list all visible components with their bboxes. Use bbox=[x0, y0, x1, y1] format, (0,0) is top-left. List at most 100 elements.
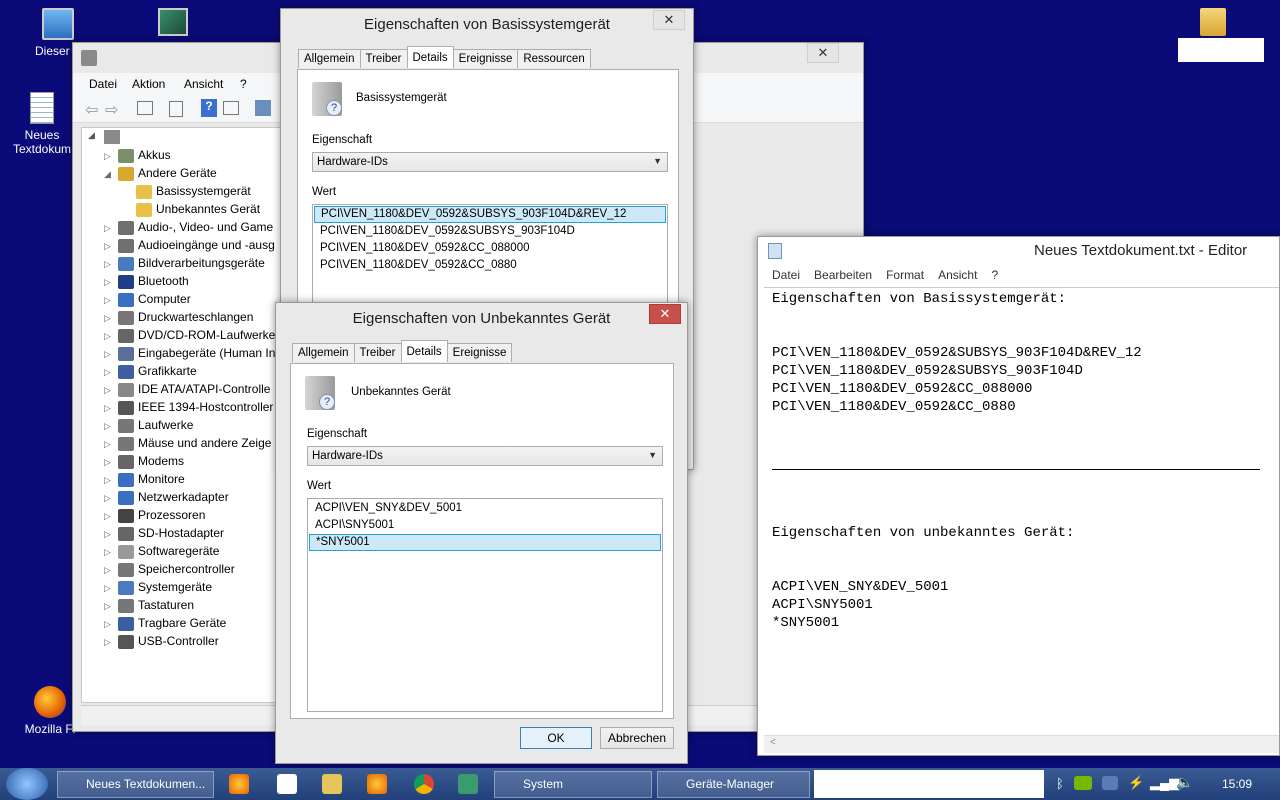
tree-expander-icon[interactable]: ▷ bbox=[104, 633, 118, 651]
tree-expander-icon[interactable]: ▷ bbox=[104, 327, 118, 345]
help-icon[interactable]: ? bbox=[201, 99, 217, 117]
view-icon[interactable] bbox=[223, 101, 239, 115]
tab-ereignisse[interactable]: Ereignisse bbox=[446, 343, 513, 362]
notepad-menu-item[interactable]: ? bbox=[991, 268, 998, 282]
tree-expander-icon[interactable]: ▷ bbox=[104, 345, 118, 363]
start-button[interactable] bbox=[6, 768, 48, 800]
firefox-icon[interactable] bbox=[367, 774, 387, 794]
tree-expander-icon[interactable]: ▷ bbox=[104, 561, 118, 579]
tree-expander-icon[interactable]: ▷ bbox=[104, 381, 118, 399]
tree-item[interactable]: ▷ Modems bbox=[104, 452, 184, 470]
taskbar-button-notepad[interactable]: Neues Textdokumen... bbox=[57, 771, 214, 798]
tree-expander-icon[interactable]: ▷ bbox=[104, 435, 118, 453]
value-list-item[interactable]: PCI\VEN_1180&DEV_0592&CC_088000 bbox=[314, 240, 666, 257]
ok-button[interactable]: OK bbox=[520, 727, 592, 749]
tree-item[interactable]: ▷ Tragbare Geräte bbox=[104, 614, 226, 632]
tree-expander-icon[interactable]: ▷ bbox=[104, 291, 118, 309]
tree-expander-icon[interactable]: ◢ bbox=[104, 165, 118, 183]
menu-aktion[interactable]: Aktion bbox=[132, 77, 165, 91]
tree-expander-icon[interactable]: ▷ bbox=[104, 417, 118, 435]
tab-details[interactable]: Details bbox=[406, 46, 454, 68]
value-list[interactable]: ACPI\VEN_SNY&DEV_5001 ACPI\SNY5001 *SNY500… bbox=[307, 498, 663, 712]
tab-ereignisse[interactable]: Ereignisse bbox=[452, 49, 519, 68]
clock[interactable]: 15:09 bbox=[1222, 777, 1252, 791]
tree-item[interactable]: ▷ Netzwerkadapter bbox=[104, 488, 229, 506]
tree-expander-icon[interactable]: ▷ bbox=[104, 543, 118, 561]
tree-expander-icon[interactable]: ▷ bbox=[104, 237, 118, 255]
folder-icon[interactable] bbox=[322, 774, 342, 794]
value-list-item[interactable]: *SNY5001 bbox=[309, 534, 661, 551]
tree-item[interactable]: ▷ IDE ATA/ATAPI-Controlle bbox=[104, 380, 270, 398]
tree-item[interactable]: ▷ Akkus bbox=[104, 146, 171, 164]
tab-details[interactable]: Details bbox=[400, 340, 448, 362]
tree-item[interactable]: ▷ Mäuse und andere Zeige bbox=[104, 434, 271, 452]
close-button[interactable]: ✕ bbox=[653, 10, 685, 30]
tree-item[interactable]: Unbekanntes Gerät bbox=[122, 200, 260, 218]
properties-icon[interactable] bbox=[137, 101, 153, 115]
tree-expander-icon[interactable]: ▷ bbox=[104, 363, 118, 381]
value-list-item[interactable]: PCI\VEN_1180&DEV_0592&SUBSYS_903F104D&RE… bbox=[314, 206, 666, 223]
close-button[interactable]: ✕ bbox=[649, 304, 681, 324]
notepad-menu-item[interactable]: Format bbox=[886, 268, 924, 282]
menu-ansicht[interactable]: Ansicht bbox=[184, 77, 223, 91]
tree-expander-icon[interactable]: ▷ bbox=[104, 147, 118, 165]
cancel-button[interactable]: Abbrechen bbox=[600, 727, 674, 749]
value-list-item[interactable]: PCI\VEN_1180&DEV_0592&CC_0880 bbox=[314, 257, 666, 274]
document-icon[interactable] bbox=[169, 101, 183, 117]
tree-item[interactable]: ▷ Laufwerke bbox=[104, 416, 193, 434]
chrome-icon[interactable] bbox=[414, 774, 434, 794]
tree-item[interactable]: ▷ Systemgeräte bbox=[104, 578, 212, 596]
value-list-item[interactable]: PCI\VEN_1180&DEV_0592&SUBSYS_903F104D bbox=[314, 223, 666, 240]
property-select[interactable]: Hardware-IDs ▼ bbox=[307, 446, 663, 466]
scan-hardware-icon[interactable] bbox=[255, 100, 271, 116]
tree-item[interactable]: ▷ Audioeingänge und -ausg bbox=[104, 236, 275, 254]
tree-expander-icon[interactable]: ▷ bbox=[104, 453, 118, 471]
property-select[interactable]: Hardware-IDs ▼ bbox=[312, 152, 668, 172]
tree-item[interactable]: Basissystemgerät bbox=[122, 182, 251, 200]
nvidia-icon[interactable] bbox=[1074, 776, 1092, 790]
menu-help[interactable]: ? bbox=[240, 77, 247, 91]
tree-item[interactable]: ▷ Eingabegeräte (Human In bbox=[104, 344, 275, 362]
tree-item[interactable]: ▷ Grafikkarte bbox=[104, 362, 197, 380]
notepad-editor[interactable]: Eigenschaften von Basissystemgerät: PCI\V… bbox=[764, 287, 1279, 737]
tree-expander-icon[interactable]: ▷ bbox=[104, 579, 118, 597]
tab-ressourcen[interactable]: Ressourcen bbox=[517, 49, 591, 68]
tree-item[interactable]: ▷ Monitore bbox=[104, 470, 185, 488]
notepad-menu-item[interactable]: Datei bbox=[772, 268, 800, 282]
tree-item[interactable]: ◢ Andere Geräte bbox=[104, 164, 217, 182]
bluetooth-icon[interactable]: ᛒ bbox=[1056, 776, 1064, 791]
taskbar-button-device-manager[interactable]: Geräte-Manager bbox=[657, 771, 810, 798]
menu-datei[interactable]: Datei bbox=[89, 77, 117, 91]
tree-expander-icon[interactable]: ▷ bbox=[104, 489, 118, 507]
close-button[interactable]: ✕ bbox=[807, 43, 839, 63]
value-list[interactable]: PCI\VEN_1180&DEV_0592&SUBSYS_903F104D&RE… bbox=[312, 204, 668, 314]
tree-item[interactable]: ▷ Audio-, Video- und Game bbox=[104, 218, 273, 236]
tree-item[interactable]: ▷ Softwaregeräte bbox=[104, 542, 219, 560]
power-icon[interactable]: ⚡ bbox=[1128, 775, 1144, 791]
tab-allgemein[interactable]: Allgemein bbox=[298, 49, 361, 68]
tree-item[interactable]: ▷ Speichercontroller bbox=[104, 560, 235, 578]
control-panel-icon[interactable] bbox=[458, 774, 478, 794]
folder-icon[interactable] bbox=[1200, 8, 1226, 36]
desktop-icon-textfile[interactable]: Neues Textdokum bbox=[4, 92, 80, 156]
tree-item[interactable]: ▷ Computer bbox=[104, 290, 191, 308]
value-list-item[interactable]: ACPI\SNY5001 bbox=[309, 517, 661, 534]
tree-expander-icon[interactable]: ▷ bbox=[104, 273, 118, 291]
tree-expander-icon[interactable]: ▷ bbox=[104, 507, 118, 525]
tree-expander-icon[interactable]: ▷ bbox=[104, 255, 118, 273]
tree-item[interactable]: ▷ USB-Controller bbox=[104, 632, 219, 650]
tab-allgemein[interactable]: Allgemein bbox=[292, 343, 355, 362]
tree-item[interactable]: ▷ Prozessoren bbox=[104, 506, 205, 524]
tree-expander-icon[interactable]: ▷ bbox=[104, 471, 118, 489]
tab-treiber[interactable]: Treiber bbox=[359, 49, 408, 68]
tree-expander-icon[interactable]: ▷ bbox=[104, 309, 118, 327]
network-tray-icon[interactable] bbox=[1102, 776, 1118, 790]
tree-item[interactable]: ▷ SD-Hostadapter bbox=[104, 524, 224, 542]
value-list-item[interactable]: ACPI\VEN_SNY&DEV_5001 bbox=[309, 500, 661, 517]
volume-icon[interactable]: 🔈 bbox=[1176, 774, 1193, 791]
tree-item[interactable]: ▷ Druckwarteschlangen bbox=[104, 308, 253, 326]
wifi-icon[interactable]: ▂▄▆ bbox=[1150, 775, 1179, 791]
scroll-left-icon[interactable]: < bbox=[770, 737, 776, 748]
notepad-menu-item[interactable]: Ansicht bbox=[938, 268, 977, 282]
tree-expander-icon[interactable]: ▷ bbox=[104, 525, 118, 543]
